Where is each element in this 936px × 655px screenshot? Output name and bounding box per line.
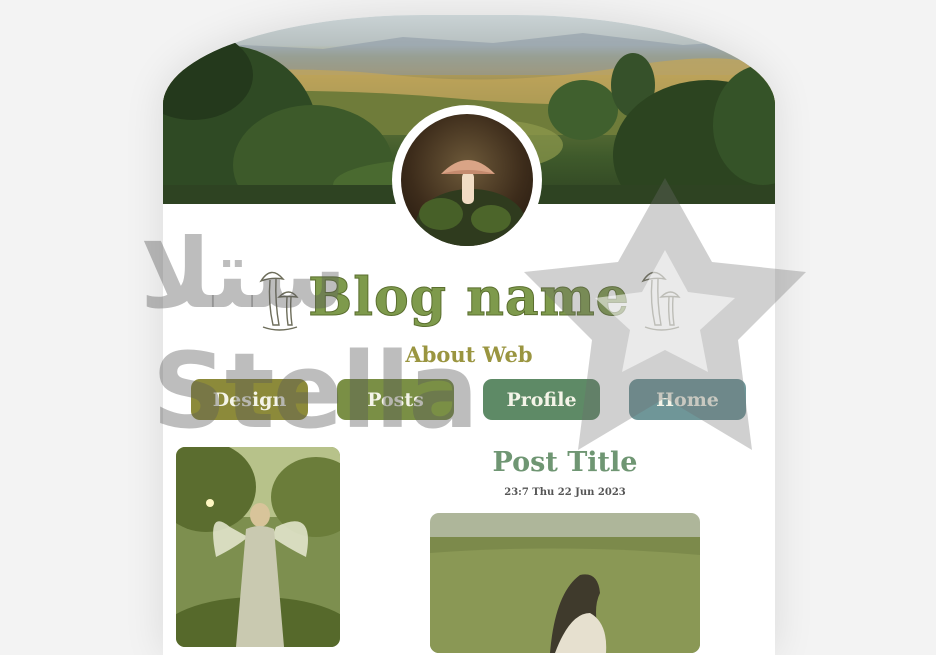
- post-date: 23:7 Thu 22 Jun 2023: [504, 487, 626, 498]
- nav-design-button[interactable]: Design: [191, 379, 308, 420]
- sidebar-fairy-image: [176, 447, 340, 647]
- blog-subtitle: About Web: [405, 342, 533, 367]
- blog-card: Blog name About Web Design Posts Profile…: [163, 15, 775, 655]
- avatar[interactable]: [401, 114, 533, 246]
- post-image: [430, 513, 700, 653]
- post-title[interactable]: Post Title: [393, 447, 737, 478]
- nav-bar: Design Posts Profile Home: [191, 379, 747, 421]
- mushroom-icon: [641, 271, 681, 331]
- blog-name[interactable]: Blog name: [163, 267, 775, 329]
- nav-home-button[interactable]: Home: [629, 379, 746, 420]
- nav-posts-button[interactable]: Posts: [337, 379, 454, 420]
- nav-profile-button[interactable]: Profile: [483, 379, 600, 420]
